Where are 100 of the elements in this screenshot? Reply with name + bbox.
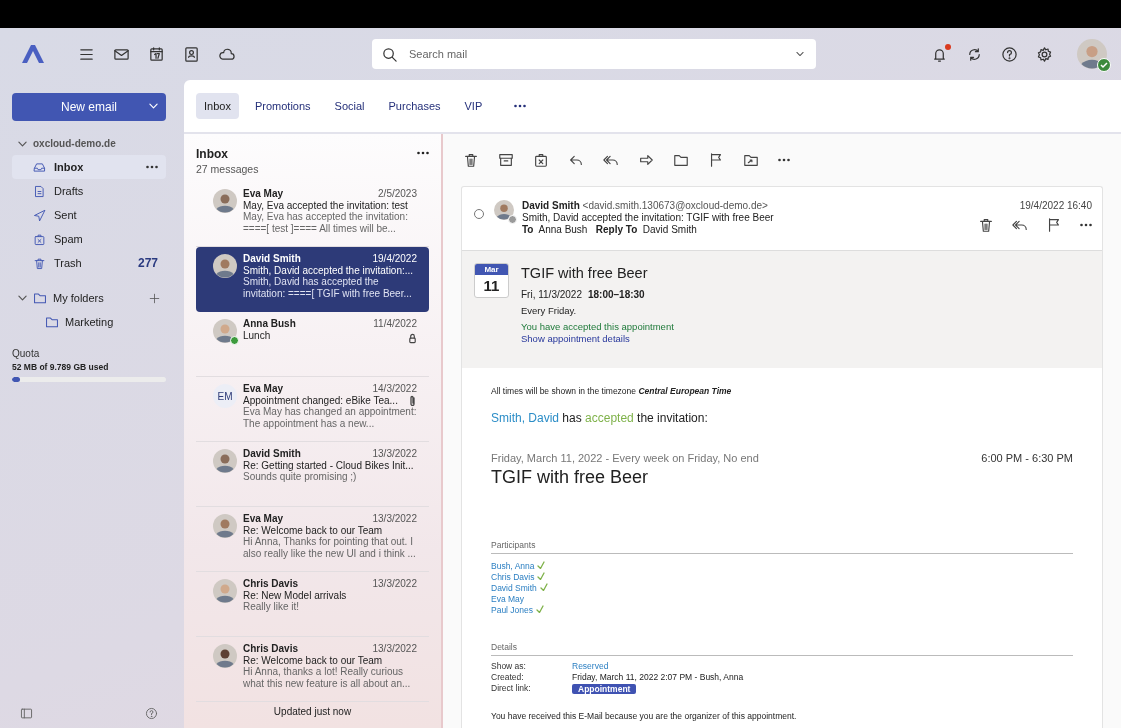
sidebar-toggle-icon[interactable] xyxy=(20,707,33,720)
folder-item[interactable]: Drafts xyxy=(12,179,166,203)
more-icon[interactable] xyxy=(1080,223,1092,227)
more-icon[interactable] xyxy=(417,151,429,155)
search-icon xyxy=(381,46,398,63)
sender-name: Chris Davis xyxy=(243,643,299,655)
tab[interactable]: Inbox xyxy=(196,93,239,119)
calendar-icon[interactable] xyxy=(148,45,165,63)
folder-item[interactable]: Trash 277 xyxy=(12,251,166,275)
more-icon[interactable] xyxy=(778,158,790,162)
tab[interactable]: Social xyxy=(326,93,373,119)
update-status: Updated just now xyxy=(272,706,353,719)
message-item[interactable]: EM Eva May 14/3/2022 Appointment changed: eBike Tea... Eva May has changed an appointment: The appointment has a new... xyxy=(196,377,429,442)
detail-label: Show as: xyxy=(491,661,527,672)
message-item[interactable]: Chris Davis 13/3/2022 Re: Welcome back to our Team Hi Anna, thanks a lot! Really curious what this new feature is all about an... xyxy=(196,637,429,702)
detail-value: Friday, March 11, 2022 2:07 PM - Bush, Anna xyxy=(572,672,744,683)
folder-icon[interactable] xyxy=(673,152,689,168)
event-time: 6:00 PM - 6:30 PM xyxy=(981,452,1073,464)
inbox-icon xyxy=(33,160,46,174)
recipient-name: David Smith xyxy=(642,224,697,235)
details-link[interactable]: Show appointment details xyxy=(521,333,630,344)
new-email-button[interactable]: New email xyxy=(12,93,166,121)
message-date: 13/3/2022 xyxy=(372,513,417,525)
folder-item[interactable]: Inbox xyxy=(12,155,166,179)
message-item[interactable]: David Smith 19/4/2022 Smith, David accepted the invitation:... Smith, David has accepted the invitation: ====[ TGIF with free Beer... xyxy=(196,247,429,312)
appointment-time: 18:00–18:30 xyxy=(587,289,645,300)
tab[interactable]: VIP xyxy=(456,93,491,119)
document-icon xyxy=(33,184,46,198)
message-preview: May, Eva has accepted the invitation: ====[ test ]==== All times will be... xyxy=(243,211,409,235)
caret-icon[interactable] xyxy=(149,103,158,109)
folder-item[interactable]: Spam xyxy=(12,227,166,251)
quota-label: Quota xyxy=(12,348,41,359)
avatar xyxy=(213,319,237,343)
sender-address: <david.smith.130673@oxcloud-demo.de> xyxy=(582,200,768,211)
list-title: Inbox xyxy=(196,147,229,161)
trash-icon[interactable] xyxy=(978,217,994,233)
message-preview: Hi Anna, Thanks for pointing that out. I also really like the new UI and i think ... xyxy=(243,536,417,560)
folder-label: Drafts xyxy=(54,185,84,197)
message-subject: May, Eva accepted the invitation: test xyxy=(243,199,408,212)
more-icon[interactable] xyxy=(146,165,158,169)
message-subject: Re: Getting started - Cloud Bikes Init... xyxy=(243,459,414,472)
folder-icon xyxy=(45,315,59,329)
participant-name[interactable]: Eva May xyxy=(491,594,525,604)
avatar xyxy=(213,579,237,603)
participant-name[interactable]: Bush, Anna xyxy=(491,561,535,571)
field-label: To xyxy=(522,224,534,235)
help-icon[interactable] xyxy=(145,707,158,720)
message-date: 13/3/2022 xyxy=(372,448,417,460)
participant-name[interactable]: David Smith xyxy=(491,583,537,593)
message-item[interactable]: Anna Bush 11/4/2022 Lunch xyxy=(196,312,429,377)
sender-name: Chris Davis xyxy=(243,578,299,590)
message-preview: Really like it! xyxy=(243,601,301,614)
tab[interactable]: Promotions xyxy=(246,93,319,119)
archive-icon[interactable] xyxy=(498,152,514,168)
sender-name: Eva May xyxy=(243,188,284,200)
folder-label[interactable]: Marketing xyxy=(65,316,114,328)
refresh-icon[interactable] xyxy=(966,45,983,63)
folder-icon xyxy=(33,291,47,305)
add-icon[interactable] xyxy=(149,292,160,304)
help-icon[interactable] xyxy=(1001,45,1018,63)
sender-name: Eva May xyxy=(243,513,284,525)
search-field[interactable]: Search mail xyxy=(372,39,816,69)
select-radio[interactable] xyxy=(474,209,484,219)
settings-icon[interactable] xyxy=(1036,45,1053,63)
message-item[interactable]: Chris Davis 13/3/2022 Re: New Model arrivals Really like it! xyxy=(196,572,429,637)
message-subject: Lunch xyxy=(243,329,271,343)
flag-icon[interactable] xyxy=(1046,217,1062,233)
app-logo[interactable] xyxy=(20,42,46,66)
trash-icon[interactable] xyxy=(463,152,479,168)
event-title: TGIF with free Beer xyxy=(491,467,650,488)
appointment-link[interactable]: Appointment xyxy=(572,684,637,694)
participant-name[interactable]: Paul Jones xyxy=(491,605,534,615)
message-subject: Re: New Model arrivals xyxy=(243,589,347,602)
message-subject: Smith, David accepted the invitation:... xyxy=(243,264,414,277)
folder-label[interactable]: My folders xyxy=(53,292,104,304)
avatar xyxy=(494,200,514,220)
message-date: 13/3/2022 xyxy=(372,643,417,655)
chevron-icon[interactable] xyxy=(18,295,27,301)
chevron-icon[interactable] xyxy=(18,140,27,147)
message-item[interactable]: Eva May 13/3/2022 Re: Welcome back to our Team Hi Anna, Thanks for pointing that out. I also really like the new UI and i think ... xyxy=(196,507,429,572)
contacts-icon[interactable] xyxy=(183,45,200,63)
folder-arrow-icon[interactable] xyxy=(743,152,759,168)
spam-icon[interactable] xyxy=(533,152,549,168)
message-item[interactable]: David Smith 13/3/2022 Re: Getting started - Cloud Bikes Init... Sounds quite promising ;) xyxy=(196,442,429,507)
sender-name: David Smith xyxy=(243,253,301,265)
message-subject: Re: Welcome back to our Team xyxy=(243,654,383,667)
detail-link[interactable]: Reserved xyxy=(572,661,609,672)
sender-name: Anna Bush xyxy=(243,318,296,330)
message-date: 19/4/2022 xyxy=(372,253,417,265)
forward-icon[interactable] xyxy=(638,152,654,168)
flag-icon[interactable] xyxy=(708,152,724,168)
sender-name: Eva May xyxy=(243,383,284,395)
tab[interactable]: Purchases xyxy=(380,93,449,119)
message-count: 27 messages xyxy=(196,163,259,175)
message-subject: Re: Welcome back to our Team xyxy=(243,524,383,537)
participant-name[interactable]: Chris Davis xyxy=(491,572,535,582)
unread-count: 277 xyxy=(137,256,158,270)
message-date: 11/4/2022 xyxy=(373,318,417,330)
more-icon[interactable] xyxy=(514,104,527,108)
folder-item[interactable]: Sent xyxy=(12,203,166,227)
